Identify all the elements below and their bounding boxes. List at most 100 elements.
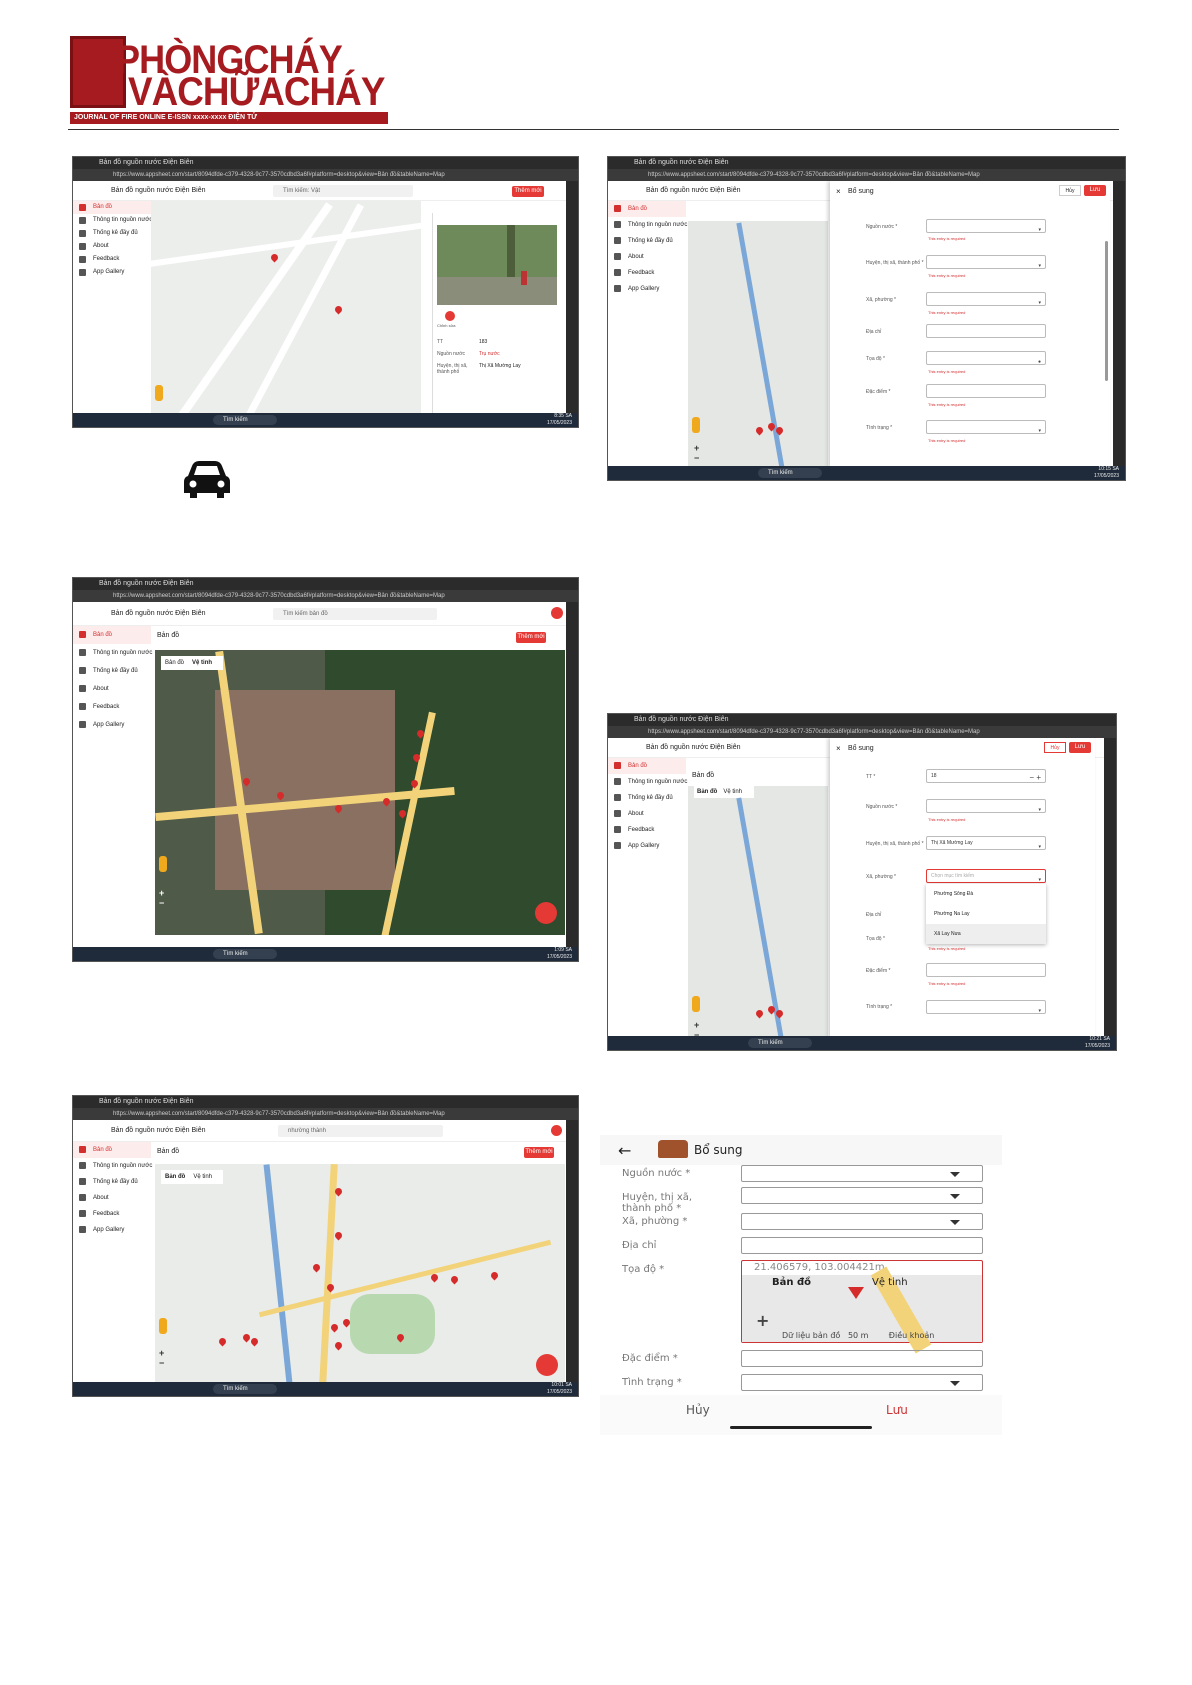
ward-option[interactable]: Phường Na Lay [926, 904, 1046, 924]
sidebar-item-stats[interactable]: Thống kê đầy đủ [608, 790, 686, 806]
sidebar-item-map[interactable]: Bản đồ [73, 626, 151, 644]
search-input[interactable]: Tìm kiếm bản đồ [273, 608, 437, 620]
map-pin[interactable] [343, 1319, 350, 1328]
status-select[interactable]: ▾ [926, 1000, 1046, 1014]
zoom-controls[interactable]: + − [694, 443, 699, 463]
map-pin[interactable] [411, 780, 418, 789]
tab-satellite[interactable]: Vệ tinh [189, 1174, 216, 1180]
street-map[interactable]: + − [688, 221, 828, 466]
sidebar-item-water-info[interactable]: Thông tin nguồn nước [608, 217, 687, 233]
sidebar-item-map[interactable]: Bản đồ [73, 201, 151, 214]
zoom-controls[interactable]: + [756, 1311, 769, 1330]
map-pin[interactable] [431, 1274, 438, 1283]
pegman-icon[interactable] [159, 856, 167, 872]
back-arrow-icon[interactable]: ← [618, 1141, 631, 1160]
satellite-map[interactable]: Bản đồ Vệ tinh + − [155, 650, 565, 935]
cancel-button[interactable]: Hủy [1044, 742, 1066, 753]
address-bar[interactable]: https://www.appsheet.com/start/8094dfde-… [73, 590, 578, 602]
search-input[interactable]: nhường thành [278, 1125, 443, 1137]
sidebar-item-feedback[interactable]: Feedback [608, 822, 686, 838]
map-pin[interactable] [313, 1264, 320, 1273]
feature-input[interactable] [926, 384, 1046, 398]
street-map[interactable]: Bản đồ Vệ tinh + − [688, 786, 828, 1036]
address-bar[interactable]: https://www.appsheet.com/start/8094dfde-… [608, 169, 1125, 181]
sidebar-item-gallery[interactable]: App Gallery [73, 1222, 151, 1238]
location-fab[interactable] [536, 1354, 558, 1376]
map-pin[interactable] [335, 1232, 342, 1241]
sidebar-item-water-info[interactable]: Thông tin nguồn nước [73, 214, 152, 227]
sidebar-item-gallery[interactable]: App Gallery [73, 266, 151, 279]
sidebar-item-map[interactable]: Bản đồ [608, 201, 686, 217]
browser-tab[interactable]: Bản đồ nguồn nước Điện Biên [73, 157, 578, 169]
zoom-controls[interactable]: + − [694, 1020, 699, 1036]
map-pin[interactable] [331, 1324, 338, 1333]
add-button[interactable]: Thêm mới [512, 186, 544, 197]
sidebar-item-water-info[interactable]: Thông tin nguồn nước [608, 774, 687, 790]
water-source-select[interactable]: ▾ [926, 219, 1046, 233]
edit-icon[interactable] [445, 311, 455, 321]
tab-satellite[interactable]: Vệ tinh [720, 789, 745, 795]
tab-map[interactable]: Bản đồ [694, 789, 720, 795]
save-button[interactable]: Lưu [886, 1403, 908, 1417]
sidebar-item-about[interactable]: About [73, 1190, 151, 1206]
map-pin[interactable] [335, 306, 342, 315]
street-map[interactable] [151, 201, 421, 413]
taskbar-search[interactable]: Tìm kiếm [748, 1038, 812, 1048]
ward-select[interactable]: ▾ [926, 292, 1046, 306]
tab-map[interactable]: Bản đồ [161, 1174, 189, 1180]
map-pin[interactable] [271, 254, 278, 263]
address-bar[interactable]: https://www.appsheet.com/start/8094dfde-… [73, 1108, 578, 1120]
sidebar-item-stats[interactable]: Thống kê đầy đủ [73, 662, 151, 680]
tab-satellite[interactable]: Vệ tinh [872, 1277, 908, 1288]
browser-tab[interactable]: Bản đồ nguồn nước Điện Biên [73, 1096, 578, 1108]
sidebar-item-stats[interactable]: Thống kê đầy đủ [73, 227, 151, 240]
zoom-controls[interactable]: + − [159, 888, 164, 908]
map-pin[interactable] [335, 1188, 342, 1197]
ward-select[interactable]: Chọn mục tìm kiếm ▾ [926, 869, 1046, 883]
search-input[interactable]: Tìm kiếm: Vật [273, 185, 413, 197]
sidebar-item-feedback[interactable]: Feedback [608, 265, 686, 281]
district-select[interactable]: Thị Xã Mường Lay ▾ [926, 836, 1046, 850]
feature-input[interactable] [926, 963, 1046, 977]
zoom-controls[interactable]: + − [159, 1348, 164, 1368]
tab-map[interactable]: Bản đồ [772, 1277, 811, 1288]
tt-stepper[interactable]: 18− + [926, 769, 1046, 783]
street-map[interactable]: Bản đồ Vệ tinh + − [155, 1164, 565, 1382]
close-icon[interactable]: × [836, 744, 841, 753]
save-button[interactable]: Lưu [1069, 742, 1091, 753]
ward-select[interactable] [741, 1213, 983, 1230]
taskbar-search[interactable]: Tìm kiếm [213, 415, 277, 425]
address-bar[interactable]: https://www.appsheet.com/start/8094dfde-… [73, 169, 578, 181]
sidebar-item-feedback[interactable]: Feedback [73, 698, 151, 716]
address-input[interactable] [926, 324, 1046, 338]
ward-option[interactable]: Xã Lay Nưa [926, 924, 1046, 944]
map-pin[interactable] [327, 1284, 334, 1293]
sidebar-item-map[interactable]: Bản đồ [608, 758, 686, 774]
taskbar-search[interactable]: Tìm kiếm [213, 1384, 277, 1394]
browser-tab[interactable]: Bản đồ nguồn nước Điện Biên [608, 714, 1116, 726]
district-select[interactable] [741, 1187, 983, 1204]
scrollbar[interactable] [1105, 241, 1108, 381]
sidebar-item-water-info[interactable]: Thông tin nguồn nước [73, 1158, 152, 1174]
pegman-icon[interactable] [692, 417, 700, 433]
water-source-select[interactable]: ▾ [926, 799, 1046, 813]
coords-input[interactable]: ● [926, 351, 1046, 365]
coords-map[interactable]: Bản đồ Vệ tinh + Dữ liệu bản đồ 50 m Điề… [742, 1266, 982, 1354]
sidebar-item-gallery[interactable]: App Gallery [73, 716, 151, 734]
save-button[interactable]: Lưu [1084, 185, 1106, 196]
add-button[interactable]: Thêm mới [524, 1147, 554, 1158]
pegman-icon[interactable] [692, 996, 700, 1012]
taskbar-search[interactable]: Tìm kiếm [213, 949, 277, 959]
tab-satellite[interactable]: Vệ tinh [188, 660, 216, 666]
sidebar-item-stats[interactable]: Thống kê đầy đủ [73, 1174, 151, 1190]
sidebar-item-about[interactable]: About [73, 240, 151, 253]
address-input[interactable] [741, 1237, 983, 1254]
map-pin[interactable] [768, 1006, 775, 1015]
address-bar[interactable]: https://www.appsheet.com/start/8094dfde-… [608, 726, 1116, 738]
map-pin[interactable] [417, 730, 424, 739]
map-pin[interactable] [756, 427, 763, 436]
add-button[interactable]: Thêm mới [516, 632, 546, 643]
feature-input[interactable] [741, 1350, 983, 1367]
taskbar-search[interactable]: Tìm kiếm [758, 468, 822, 478]
sidebar-item-feedback[interactable]: Feedback [73, 1206, 151, 1222]
